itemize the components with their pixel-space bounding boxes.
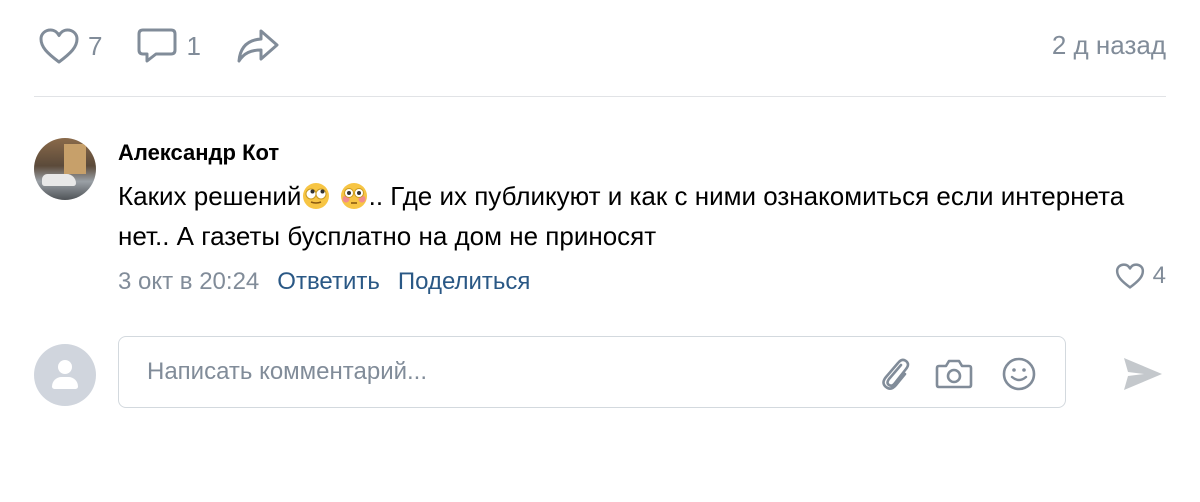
comment-text: Каких решений .. Где их публикуют и как … [118,176,1148,256]
flushed-emoji-icon [340,183,367,209]
share-button[interactable] [235,27,281,65]
comment-input[interactable] [145,349,829,395]
emoji-smile-icon[interactable] [999,355,1039,393]
comment-date[interactable]: 3 окт в 20:24 [118,268,259,296]
comment-button[interactable]: 1 [136,26,201,66]
share-icon [237,29,279,63]
comment-likes-count: 4 [1152,262,1166,289]
post-actions-bar: 7 1 [38,24,315,68]
heart-icon [39,28,79,64]
camera-icon[interactable] [933,355,975,393]
heart-icon [1115,263,1144,289]
comment-icon [137,28,177,63]
comment-composer [34,336,1166,412]
send-icon[interactable] [1120,352,1166,396]
likes-count: 7 [88,31,103,61]
rolling-eyes-emoji-icon [303,183,330,209]
comment-text-part1: Каких решений [118,181,302,211]
post-time: 2 д назад [1051,30,1166,60]
divider [34,96,1166,97]
like-button[interactable]: 7 [38,27,102,65]
comments-count: 1 [186,31,201,61]
author-avatar[interactable] [34,138,96,200]
comment-body: Александр Кот Каких решений .. Где их пу… [118,134,1166,296]
user-avatar [34,344,96,406]
share-link[interactable]: Поделиться [398,268,531,296]
comment-input-box [118,336,1066,408]
comment-meta: 3 окт в 20:24 Ответить Поделиться [118,268,1166,296]
comment-author[interactable]: Александр Кот [118,140,1166,168]
paperclip-icon[interactable] [875,355,915,393]
comment-like-button[interactable]: 4 [1115,262,1166,290]
reply-link[interactable]: Ответить [277,268,380,296]
